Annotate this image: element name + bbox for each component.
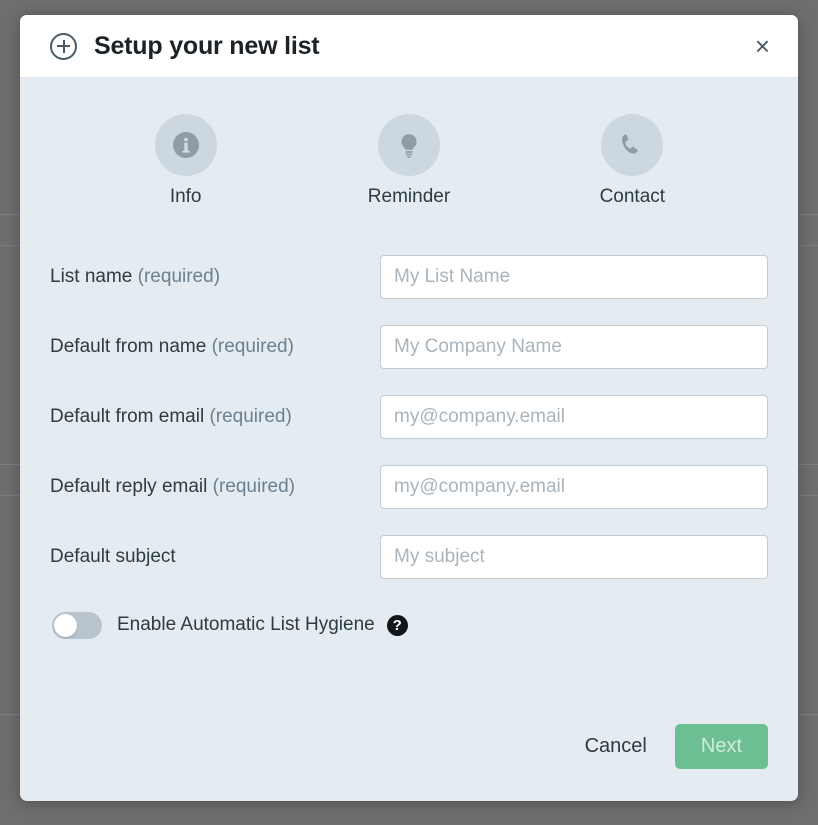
list-name-label-text: List name [50, 266, 133, 287]
lightbulb-icon [377, 114, 440, 176]
dialog-header: Setup your new list × [20, 15, 798, 78]
subject-label: Default subject [50, 546, 380, 568]
list-hygiene-label: Enable Automatic List Hygiene [117, 614, 375, 635]
help-icon[interactable]: ? [386, 614, 408, 636]
list-name-input[interactable] [380, 255, 768, 299]
from-name-label: Default from name (required) [50, 336, 380, 358]
info-icon [154, 114, 217, 176]
tab-info-label: Info [169, 186, 202, 207]
plus-circle-icon [50, 32, 77, 60]
from-name-required-tag: (required) [206, 336, 294, 357]
close-icon[interactable]: × [749, 31, 776, 61]
from-email-required-tag: (required) [204, 406, 292, 427]
reply-email-input[interactable] [380, 465, 768, 509]
from-name-input[interactable] [380, 325, 768, 369]
from-email-label: Default from email (required) [50, 406, 380, 428]
tab-reminder-label: Reminder [367, 186, 451, 207]
subject-label-text: Default subject [50, 546, 176, 567]
reply-email-label-text: Default reply email [50, 476, 208, 497]
from-name-label-text: Default from name [50, 336, 207, 357]
field-row-from-name: Default from name (required) [50, 312, 768, 382]
dialog-body: Info Reminder Contact List name (require… [20, 78, 798, 801]
dialog-footer: Cancel Next [571, 724, 768, 769]
field-row-subject: Default subject [50, 522, 768, 592]
field-row-from-email: Default from email (required) [50, 382, 768, 452]
reply-email-label: Default reply email (required) [50, 476, 380, 498]
list-hygiene-toggle[interactable] [52, 611, 102, 639]
tab-info[interactable]: Info [74, 114, 297, 208]
next-button[interactable]: Next [674, 724, 768, 769]
field-row-reply-email: Default reply email (required) [50, 452, 768, 522]
reply-email-required-tag: (required) [207, 476, 295, 497]
dialog-title: Setup your new list [94, 31, 320, 60]
field-row-list-name: List name (required) [50, 242, 768, 312]
subject-input[interactable] [380, 535, 768, 579]
tab-reminder[interactable]: Reminder [297, 114, 520, 208]
tab-contact-label: Contact [599, 186, 666, 207]
from-email-label-text: Default from email [50, 406, 205, 427]
cancel-button[interactable]: Cancel [571, 725, 661, 768]
toggle-knob [54, 613, 77, 637]
tab-contact[interactable]: Contact [521, 114, 744, 208]
from-email-input[interactable] [380, 395, 768, 439]
list-name-required-tag: (required) [132, 266, 221, 287]
section-tabs: Info Reminder Contact [50, 114, 768, 208]
phone-icon [601, 114, 664, 176]
list-hygiene-row: Enable Automatic List Hygiene ? [50, 596, 768, 654]
setup-list-dialog: Setup your new list × Info Reminder Cont… [20, 15, 798, 801]
list-name-label: List name (required) [50, 266, 380, 288]
